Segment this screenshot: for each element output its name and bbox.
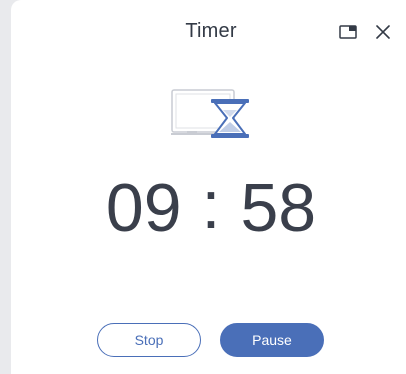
timer-minutes: 09 [105, 170, 182, 246]
close-button[interactable] [373, 22, 393, 42]
timer-window: Timer 09: 58 Stop Pause [11, 0, 406, 374]
stop-button[interactable]: Stop [97, 323, 201, 357]
picture-in-picture-button[interactable] [338, 22, 358, 42]
close-icon [376, 25, 390, 39]
pause-button[interactable]: Pause [220, 323, 324, 357]
picture-in-picture-icon [339, 25, 357, 39]
timer-display: 09 : 58 [11, 167, 406, 248]
timer-seconds: 58 [240, 170, 317, 246]
whiteboard-hourglass-illustration [171, 88, 253, 142]
timer-separator: : [201, 167, 221, 243]
